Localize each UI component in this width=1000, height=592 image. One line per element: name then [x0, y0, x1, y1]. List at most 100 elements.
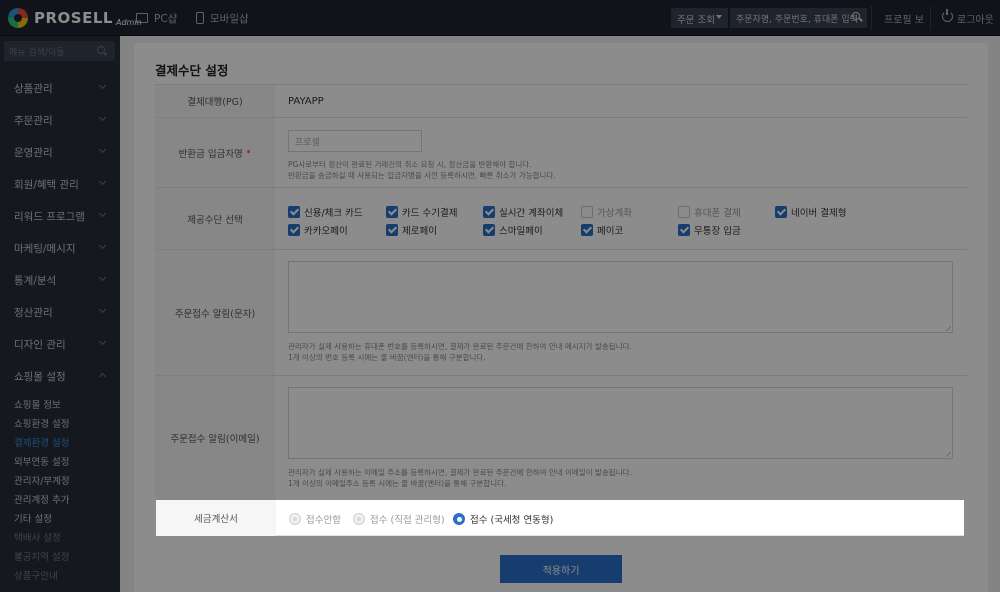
profile-link[interactable]: 프로필 보 [884, 11, 924, 26]
chevron-down-icon [98, 209, 107, 218]
checkbox-bank-deposit[interactable]: 무통장 입금 [678, 223, 741, 237]
radio-label: 접수 (국세청 연동형) [470, 515, 554, 526]
sidebar-item-design[interactable]: 디자인 관리 [0, 327, 120, 359]
logout-link[interactable]: 로그아웃 [957, 11, 994, 26]
sidebar-item-products[interactable]: 상품관리 [0, 71, 120, 103]
email-help-2: 1개 이상의 이메일주소 등록 시에는 줄 바꿈(엔터)을 통해 구분합니다. [288, 479, 507, 488]
submenu-item[interactable]: 기타 설정 [0, 510, 120, 529]
sidebar-item-label: 운영관리 [14, 147, 53, 159]
sidebar-item-operations[interactable]: 운영관리 [0, 135, 120, 167]
checkbox-label: 무통장 입금 [694, 226, 741, 237]
sidebar: 메뉴 검색/이동 상품관리 주문관리 운영관리 회원/혜택 관리 리워드 프로그… [0, 36, 120, 592]
sidebar-item-rewards[interactable]: 리워드 프로그램 [0, 199, 120, 231]
mobile-shop-link[interactable]: 모바일샵 [196, 0, 249, 36]
checkbox-label: 네이버 결제형 [791, 208, 847, 219]
checkbox-zero-pay[interactable]: 제로페이 [386, 223, 437, 237]
methods-row: 제공수단 선택 신용/체크 카드 카드 수기결제 실시간 계좌이체 가상계좌 휴… [155, 187, 967, 249]
checkbox-checked[interactable] [775, 206, 787, 218]
top-bar: PROSELL Admin PC샵 모바일샵 주문 조회 주문자명, 주문번호,… [0, 0, 1000, 36]
submenu-item[interactable]: 관리자/부계정 [0, 472, 120, 491]
refund-row: 반환금 입금자명 • 프로셀 PG사로부터 정산이 완료된 거래건의 취소 요청… [155, 117, 967, 187]
tax-invoice-row: 세금계산서 접수안함 접수 (직접 관리형) 접수 (국세청 연동형) [156, 500, 964, 536]
sidebar-item-label: 리워드 프로그램 [14, 211, 85, 223]
sms-textarea[interactable] [288, 261, 953, 333]
radio-button-selected[interactable] [453, 513, 465, 525]
refund-label-text: 반환금 입금자명 [178, 148, 243, 160]
checkbox-kakao-pay[interactable]: 카카오페이 [288, 223, 348, 237]
checkbox-virtual-account[interactable]: 가상계좌 [581, 205, 632, 219]
chevron-down-icon [98, 81, 107, 90]
sms-row: 주문접수 알림(문자) 관리자가 실제 사용하는 휴대폰 번호를 등록하시면, … [155, 249, 967, 375]
chevron-down-icon [98, 113, 107, 122]
apply-button[interactable]: 적용하기 [500, 555, 622, 583]
sidebar-item-orders[interactable]: 주문관리 [0, 103, 120, 135]
checkbox-checked[interactable] [483, 224, 495, 236]
checkbox-payco[interactable]: 페이코 [581, 223, 623, 237]
chevron-down-icon [98, 241, 107, 250]
checkbox-unchecked[interactable] [678, 206, 690, 218]
radio-label: 접수 (직접 관리형) [370, 515, 445, 526]
sidebar-item-label: 주문관리 [14, 115, 53, 127]
checkbox-naver-pay[interactable]: 네이버 결제형 [775, 205, 846, 219]
checkbox-smile-pay[interactable]: 스마일페이 [483, 223, 543, 237]
radio-button[interactable] [353, 513, 365, 525]
refund-help-1: PG사로부터 정산이 완료된 거래건의 취소 요청 시, 정산금을 반환해야 합… [288, 160, 532, 169]
submenu-item[interactable]: 상품구안내 [0, 567, 120, 586]
checkbox-checked[interactable] [288, 224, 300, 236]
order-search-input[interactable]: 주문자명, 주문번호, 휴대폰 입력 [730, 8, 867, 28]
checkbox-label: 스마일페이 [499, 226, 543, 237]
radio-no-receipt[interactable]: 접수안함 [289, 512, 341, 526]
checkbox-label: 가상계좌 [597, 208, 632, 219]
page-title: 결제수단 설정 [155, 63, 229, 78]
divider [930, 6, 931, 30]
checkbox-checked[interactable] [581, 224, 593, 236]
pc-shop-link[interactable]: PC샵 [136, 0, 177, 36]
submenu-item[interactable]: 택배사 설정 [0, 529, 120, 548]
checkbox-checked[interactable] [483, 206, 495, 218]
chevron-up-icon [98, 372, 107, 381]
checkbox-checked[interactable] [386, 206, 398, 218]
radio-nts-linked[interactable]: 접수 (국세청 연동형) [453, 512, 553, 526]
submenu-item[interactable]: 쇼핑환경 설정 [0, 415, 120, 434]
sidebar-item-statistics[interactable]: 통계/분석 [0, 263, 120, 295]
sidebar-item-label: 상품관리 [14, 83, 53, 95]
checkbox-checked[interactable] [678, 224, 690, 236]
logo[interactable]: PROSELL Admin [8, 8, 142, 28]
sidebar-item-label: 쇼핑몰 설정 [14, 371, 66, 383]
radio-direct-managed[interactable]: 접수 (직접 관리형) [353, 512, 445, 526]
submenu-item[interactable]: 외부연동 설정 [0, 453, 120, 472]
tax-invoice-label: 세금계산서 [156, 500, 276, 536]
radio-button[interactable] [289, 513, 301, 525]
checkbox-bank-transfer[interactable]: 실시간 계좌이체 [483, 205, 563, 219]
checkbox-label: 신용/체크 카드 [304, 208, 363, 219]
search-icon[interactable] [852, 12, 860, 20]
refund-name-input[interactable]: 프로셀 [288, 130, 422, 152]
search-icon[interactable] [97, 46, 105, 54]
checkbox-phone-payment[interactable]: 휴대폰 결제 [678, 205, 741, 219]
submenu-item-active[interactable]: 결제환경 설정 [0, 434, 120, 453]
power-icon[interactable] [942, 9, 953, 22]
required-mark: • [245, 147, 252, 158]
sidebar-item-label: 정산관리 [14, 307, 53, 319]
checkbox-checked[interactable] [386, 224, 398, 236]
checkbox-checked[interactable] [288, 206, 300, 218]
submenu-item[interactable]: 쇼핑몰 정보 [0, 396, 120, 415]
sidebar-item-marketing[interactable]: 마케팅/메시지 [0, 231, 120, 263]
sidebar-item-members[interactable]: 회원/혜택 관리 [0, 167, 120, 199]
checkbox-credit-card[interactable]: 신용/체크 카드 [288, 205, 363, 219]
caret-down-icon [716, 15, 722, 19]
sidebar-item-label: 마케팅/메시지 [14, 243, 76, 255]
sidebar-item-settlement[interactable]: 정산관리 [0, 295, 120, 327]
sms-help-2: 1개 이상의 번호 등록 시에는 줄 바꿈(엔터)을 통해 구분합니다. [288, 353, 486, 362]
submenu-item[interactable]: 관리계정 추가 [0, 491, 120, 510]
submenu-item[interactable]: 불공지역 설정 [0, 548, 120, 567]
email-textarea[interactable] [288, 387, 953, 459]
monitor-icon [136, 13, 148, 23]
checkbox-unchecked[interactable] [581, 206, 593, 218]
logo-text: PROSELL [34, 9, 113, 27]
checkbox-manual-card[interactable]: 카드 수기결제 [386, 205, 457, 219]
sidebar-item-shop-settings[interactable]: 쇼핑몰 설정 [0, 359, 120, 391]
radio-label: 접수안함 [306, 515, 341, 526]
pg-label: 결제대행(PG) [155, 85, 275, 117]
shop-settings-submenu: 쇼핑몰 정보 쇼핑환경 설정 결제환경 설정 외부연동 설정 관리자/부계정 관… [0, 396, 120, 586]
